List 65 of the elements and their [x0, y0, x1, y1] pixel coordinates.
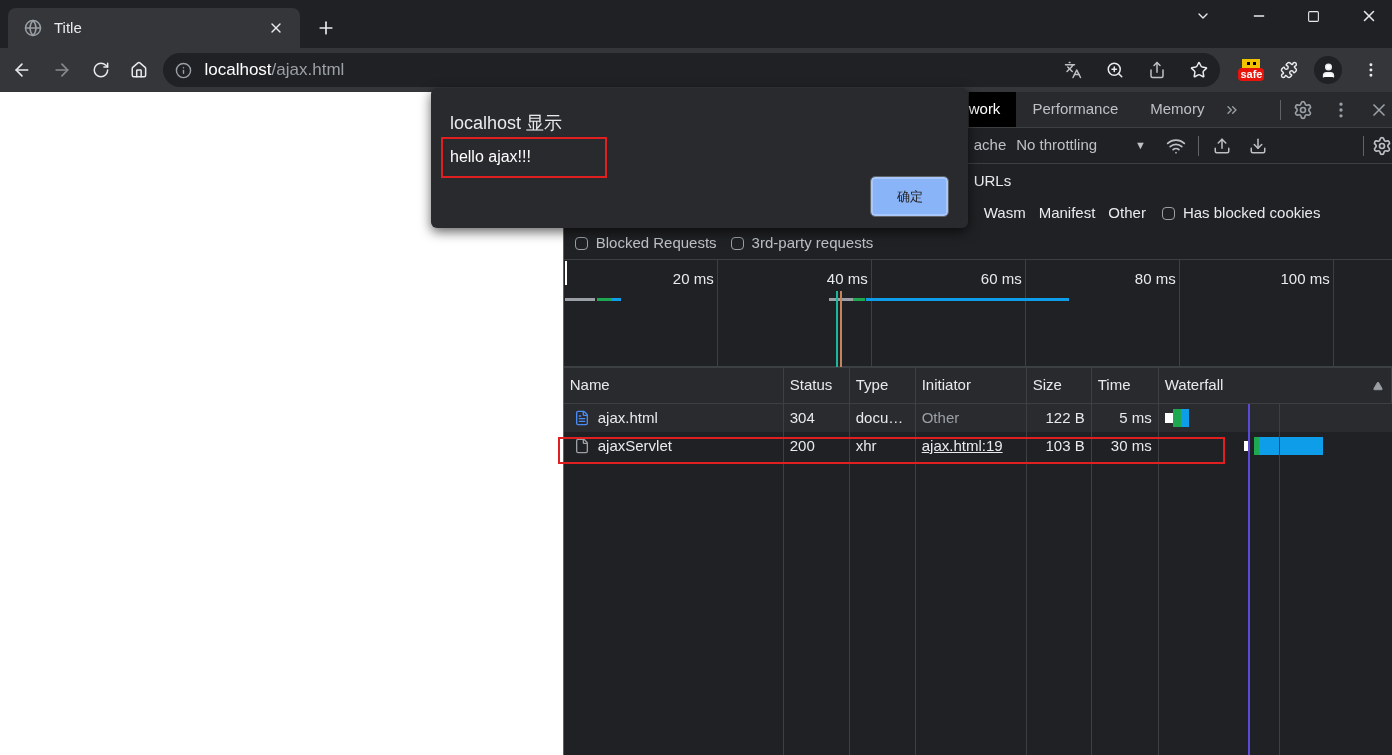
column-header[interactable]: Name: [569, 374, 777, 397]
devtools-tab[interactable]: Performance: [1016, 92, 1135, 127]
translate-icon[interactable]: [1064, 61, 1083, 79]
reload-icon[interactable]: [91, 61, 110, 79]
tick-label: 60 ms: [980, 269, 1022, 289]
maximize-icon[interactable]: [1307, 9, 1320, 23]
devtools-tab[interactable]: work: [968, 92, 1017, 127]
checkbox[interactable]: [730, 237, 744, 250]
share-icon[interactable]: [1148, 61, 1167, 79]
settings-icon[interactable]: [1293, 99, 1314, 120]
column-header[interactable]: Time: [1097, 374, 1152, 397]
table-cell-text: 103 B: [1045, 435, 1085, 456]
info-icon: [175, 61, 193, 79]
zoom-in-icon[interactable]: [1106, 61, 1125, 79]
column-header[interactable]: Waterfall: [1164, 374, 1373, 397]
column-header[interactable]: Type: [855, 374, 909, 397]
table-cell-text: 200: [789, 435, 815, 456]
globe-icon: [24, 19, 42, 37]
file-icon: [573, 438, 590, 454]
type-filter[interactable]: Manifest: [1038, 201, 1096, 225]
table-cell-text: 30 ms: [1110, 435, 1152, 456]
sort-icon[interactable]: [1373, 380, 1383, 391]
browser-tab[interactable]: Title: [8, 8, 300, 48]
dialog-message: hello ajax!!!: [450, 147, 531, 167]
column-header[interactable]: Status: [789, 374, 843, 397]
tab-title: Title: [54, 17, 83, 38]
tick-label: 80 ms: [1134, 269, 1176, 289]
table-cell-text: Other: [921, 407, 960, 428]
address-bar[interactable]: localhost/ajax.html: [163, 53, 1221, 87]
column-header[interactable]: Initiator: [921, 374, 1020, 397]
checkbox[interactable]: [1161, 206, 1175, 220]
table-cell-text: 5 ms: [1119, 407, 1152, 428]
type-filter[interactable]: Other: [1108, 201, 1146, 225]
throttling-select[interactable]: No throttling ▼: [1016, 134, 1146, 157]
checkbox-label: Has blocked cookies: [1182, 202, 1321, 223]
tick-label: 40 ms: [826, 269, 868, 289]
checkbox[interactable]: [574, 237, 588, 250]
request-name[interactable]: ajaxServlet: [597, 434, 672, 458]
tick-label: 20 ms: [672, 269, 714, 289]
checkbox-label: Blocked Requests: [595, 233, 717, 254]
table-cell-text: 304: [789, 407, 815, 428]
column-header[interactable]: Size: [1032, 374, 1085, 397]
dialog-title: localhost 显示: [450, 112, 564, 135]
table-cell-text: docu…: [855, 407, 904, 428]
profile-avatar[interactable]: [1314, 56, 1343, 84]
request-name[interactable]: ajax.html: [597, 406, 658, 430]
urls-label: URLs: [973, 170, 1012, 191]
puzzle-icon[interactable]: [1280, 61, 1299, 79]
checkbox-label: 3rd-party requests: [751, 233, 874, 254]
home-icon[interactable]: [129, 61, 148, 79]
waterfall-bar: [1164, 409, 1189, 427]
settings-icon[interactable]: [1372, 135, 1392, 156]
ok-button[interactable]: 确定: [871, 177, 948, 216]
cache-label: ache: [973, 135, 1007, 156]
tick-label: 100 ms: [1280, 269, 1330, 289]
initiator-link[interactable]: ajax.html:19: [921, 434, 1003, 458]
table-cell-text: xhr: [855, 435, 877, 456]
url-text: localhost/ajax.html: [204, 59, 346, 82]
devtools-tab[interactable]: Memory: [1134, 92, 1221, 127]
type-filter[interactable]: Wasm: [983, 201, 1026, 225]
table-cell-text: 122 B: [1045, 407, 1085, 428]
upload-icon[interactable]: [1213, 136, 1231, 155]
document-icon: [573, 410, 590, 426]
star-icon[interactable]: [1190, 61, 1209, 79]
download-icon[interactable]: [1249, 136, 1267, 155]
